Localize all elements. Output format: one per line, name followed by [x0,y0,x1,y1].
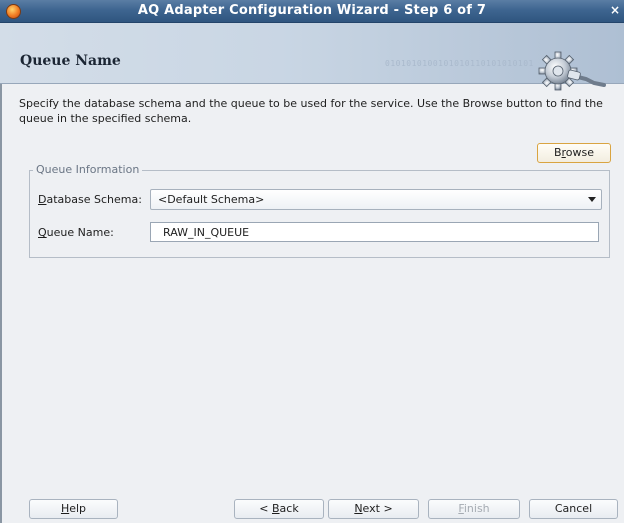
finish-label: inish [463,502,490,515]
next-mnemonic: N [354,502,363,515]
page-title: Queue Name [20,53,121,69]
binary-decoration: 0101010100101010110101010101 [385,59,534,68]
window-left-edge [0,83,2,523]
help-mnemonic: H [60,502,70,515]
group-legend: Queue Information [33,163,143,176]
database-schema-label-text: atabase Schema: [46,193,142,206]
back-label: ack [279,502,299,515]
help-label: elp [69,502,87,515]
wizard-header: Queue Name 0101010100101010110101010101 [0,23,624,91]
browse-button[interactable]: Browse [537,143,611,163]
dropdown-arrow-icon[interactable] [588,197,596,202]
browse-label-post: owse [565,146,595,159]
browse-label-pre: B [553,146,562,159]
close-icon[interactable]: × [608,3,622,18]
database-schema-value: <Default Schema> [158,193,265,206]
window-title: AQ Adapter Configuration Wizard - Step 6… [137,3,487,18]
queue-name-mnemonic: Q [38,226,47,239]
queue-name-label: Queue Name: [38,226,114,239]
step-description: Specify the database schema and the queu… [19,97,603,125]
back-button[interactable]: < Back [234,499,324,519]
help-button[interactable]: Help [29,499,118,519]
queue-name-input[interactable] [150,222,599,242]
database-schema-select[interactable]: <Default Schema> [150,189,602,210]
queue-name-label-text: ueue Name: [46,226,114,239]
cancel-button[interactable]: Cancel [529,499,618,519]
database-schema-label: Database Schema: [38,193,142,206]
title-bar[interactable]: AQ Adapter Configuration Wizard - Step 6… [0,0,624,23]
gear-plug-icon [534,49,606,95]
next-label: ext > [362,502,393,515]
back-prefix: < [259,502,272,515]
queue-information-group: Queue Information [29,163,610,258]
next-button[interactable]: Next > [328,499,419,519]
back-mnemonic: B [272,502,280,515]
finish-button[interactable]: Finish [428,499,520,519]
